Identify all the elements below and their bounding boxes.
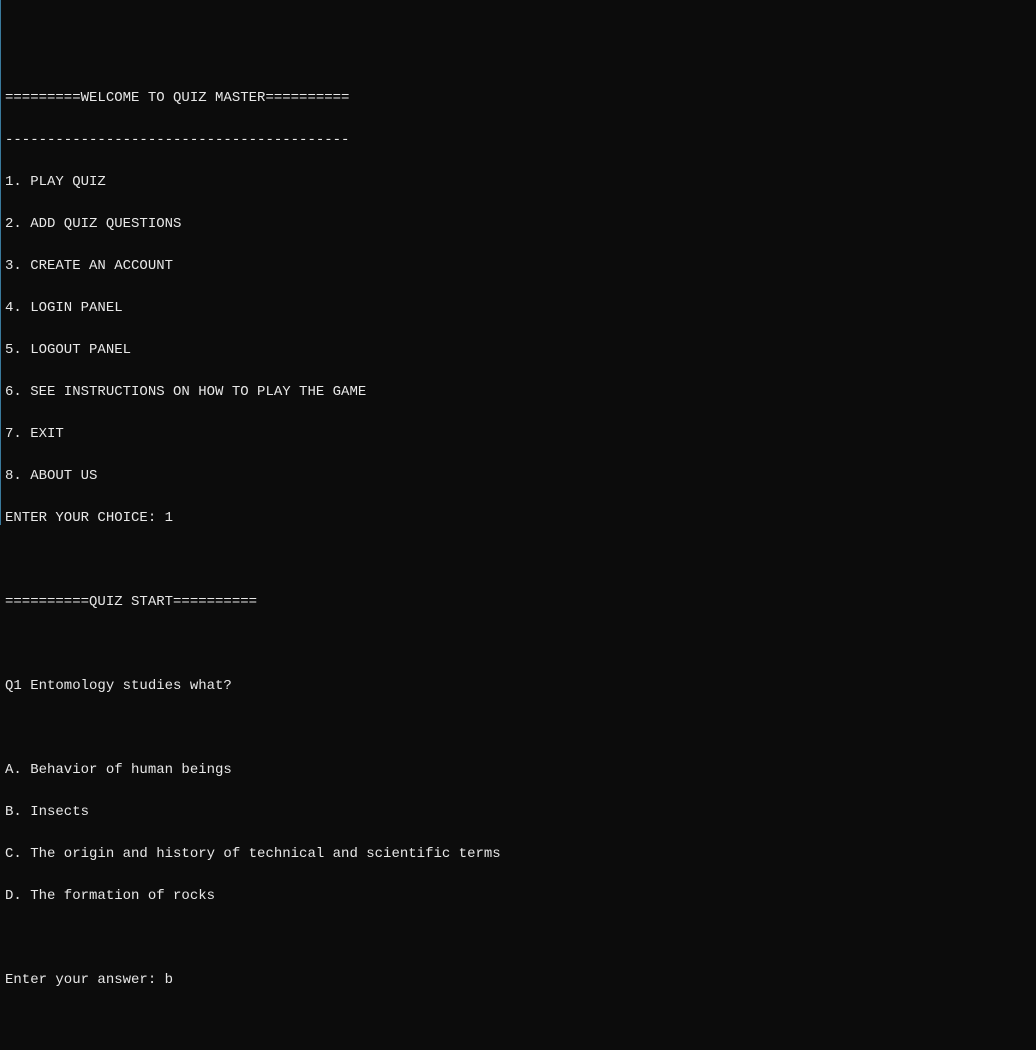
- blank-line-2: [5, 634, 1032, 655]
- quiz-option-d: D. The formation of rocks: [5, 886, 1032, 907]
- blank-line-4: [5, 928, 1032, 949]
- quiz-banner: ==========QUIZ START==========: [5, 592, 1032, 613]
- menu-item-exit: 7. EXIT: [5, 424, 1032, 445]
- separator: ----------------------------------------…: [5, 130, 1032, 151]
- menu-item-create: 3. CREATE AN ACCOUNT: [5, 256, 1032, 277]
- menu-item-add: 2. ADD QUIZ QUESTIONS: [5, 214, 1032, 235]
- answer-prompt-line[interactable]: Enter your answer: b: [5, 970, 1032, 991]
- quiz-question: Q1 Entomology studies what?: [5, 676, 1032, 697]
- menu-item-logout: 5. LOGOUT PANEL: [5, 340, 1032, 361]
- quiz-option-b: B. Insects: [5, 802, 1032, 823]
- menu-item-play: 1. PLAY QUIZ: [5, 172, 1032, 193]
- welcome-banner: =========WELCOME TO QUIZ MASTER=========…: [5, 88, 1032, 109]
- choice-prompt-label: ENTER YOUR CHOICE:: [5, 510, 165, 526]
- quiz-option-c: C. The origin and history of technical a…: [5, 844, 1032, 865]
- answer-input-value: b: [165, 972, 173, 988]
- choice-prompt-line[interactable]: ENTER YOUR CHOICE: 1: [5, 508, 1032, 529]
- menu-item-login: 4. LOGIN PANEL: [5, 298, 1032, 319]
- blank-line-3: [5, 718, 1032, 739]
- menu-item-about: 8. ABOUT US: [5, 466, 1032, 487]
- menu-item-instructions: 6. SEE INSTRUCTIONS ON HOW TO PLAY THE G…: [5, 382, 1032, 403]
- quiz-option-a: A. Behavior of human beings: [5, 760, 1032, 781]
- answer-prompt-label: Enter your answer:: [5, 972, 165, 988]
- blank-line-1: [5, 550, 1032, 571]
- choice-input-value: 1: [165, 510, 173, 526]
